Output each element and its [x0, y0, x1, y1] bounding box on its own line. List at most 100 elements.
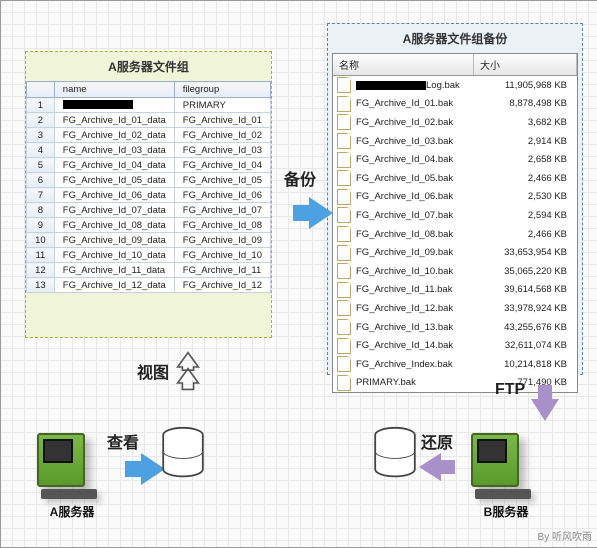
col-name: name	[54, 82, 174, 98]
table-row: 13FG_Archive_Id_12_dataFG_Archive_Id_12	[27, 278, 271, 293]
list-item: FG_Archive_Id_08.bak2,466 KB	[333, 225, 577, 244]
list-item: FG_Archive_Id_03.bak2,914 KB	[333, 132, 577, 151]
file-size: 33,653,954 KB	[477, 247, 573, 258]
list-item: FG_Archive_Id_14.bak32,611,074 KB	[333, 336, 577, 355]
file-name: FG_Archive_Id_06.bak	[356, 191, 477, 202]
list-item: FG_Archive_Id_05.bak2,466 KB	[333, 169, 577, 188]
file-size: 2,466 KB	[477, 173, 573, 184]
cell-filegroup: FG_Archive_Id_02	[174, 128, 270, 143]
cell-filegroup: FG_Archive_Id_10	[174, 248, 270, 263]
file-icon	[337, 189, 351, 205]
table-row: 6FG_Archive_Id_05_dataFG_Archive_Id_05	[27, 173, 271, 188]
file-size: 10,214,818 KB	[477, 359, 573, 370]
row-number: 1	[27, 98, 55, 113]
row-number: 7	[27, 188, 55, 203]
row-number: 13	[27, 278, 55, 293]
file-icon	[337, 263, 351, 279]
row-number: 10	[27, 233, 55, 248]
cell-filegroup: FG_Archive_Id_09	[174, 233, 270, 248]
arrow-ftp-down	[531, 399, 559, 421]
file-name: PRIMARY.bak	[356, 377, 477, 388]
file-icon	[337, 338, 351, 354]
file-name: FG_Archive_Id_03.bak	[356, 136, 477, 147]
cell-name: FG_Archive_Id_01_data	[54, 113, 174, 128]
label-look: 查看	[107, 429, 139, 453]
cell-filegroup: FG_Archive_Id_07	[174, 203, 270, 218]
row-number: 5	[27, 158, 55, 173]
file-icon	[337, 207, 351, 223]
cell-name: FG_Archive_Id_07_data	[54, 203, 174, 218]
table-row: 9FG_Archive_Id_08_dataFG_Archive_Id_08	[27, 218, 271, 233]
server-a-label: A服务器	[37, 503, 107, 520]
arrow-restore-left	[419, 453, 441, 481]
db-cylinder-a	[159, 426, 207, 480]
file-name: FG_Archive_Id_10.bak	[356, 266, 477, 277]
cell-name: FG_Archive_Id_05_data	[54, 173, 174, 188]
list-item: FG_Archive_Id_11.bak39,614,568 KB	[333, 281, 577, 300]
file-name: FG_Archive_Index.bak	[356, 359, 477, 370]
db-cylinder-b	[371, 426, 419, 480]
list-item: FG_Archive_Id_04.bak2,658 KB	[333, 150, 577, 169]
file-size: 2,914 KB	[477, 136, 573, 147]
file-size: 33,978,924 KB	[477, 303, 573, 314]
redacted-text	[356, 81, 426, 90]
table-row: 3FG_Archive_Id_02_dataFG_Archive_Id_02	[27, 128, 271, 143]
cell-filegroup: FG_Archive_Id_08	[174, 218, 270, 233]
arrow-view-up	[173, 351, 203, 391]
panel-b-title: A服务器文件组备份	[328, 24, 582, 53]
list-item: FG_Archive_Id_02.bak3,682 KB	[333, 113, 577, 132]
file-icon	[337, 133, 351, 149]
file-icon	[337, 356, 351, 372]
cell-name: FG_Archive_Id_06_data	[54, 188, 174, 203]
server-b-label: B服务器	[471, 503, 541, 520]
cell-name: FG_Archive_Id_08_data	[54, 218, 174, 233]
list-item: FG_Archive_Index.bak10,214,818 KB	[333, 355, 577, 374]
file-name: FG_Archive_Id_07.bak	[356, 210, 477, 221]
file-name: FG_Archive_Id_08.bak	[356, 229, 477, 240]
row-number: 12	[27, 263, 55, 278]
redacted-text	[63, 100, 133, 109]
cell-name	[54, 98, 174, 113]
row-number: 11	[27, 248, 55, 263]
file-icon	[337, 282, 351, 298]
file-size: 39,614,568 KB	[477, 284, 573, 295]
file-name: FG_Archive_Id_09.bak	[356, 247, 477, 258]
panel-a-filegroups: A服务器文件组 name filegroup 1PRIMARY2FG_Archi…	[25, 51, 272, 338]
table-row: 7FG_Archive_Id_06_dataFG_Archive_Id_06	[27, 188, 271, 203]
arrow-backup-right	[309, 197, 333, 229]
server-b: B服务器	[471, 433, 541, 520]
file-size: 2,658 KB	[477, 154, 573, 165]
row-number: 3	[27, 128, 55, 143]
file-name: FG_Archive_Id_12.bak	[356, 303, 477, 314]
cell-filegroup: FG_Archive_Id_05	[174, 173, 270, 188]
table-row: 8FG_Archive_Id_07_dataFG_Archive_Id_07	[27, 203, 271, 218]
list-item: Log.bak11,905,968 KB	[333, 76, 577, 95]
cell-filegroup: FG_Archive_Id_06	[174, 188, 270, 203]
list-item: FG_Archive_Id_10.bak35,065,220 KB	[333, 262, 577, 281]
file-icon	[337, 114, 351, 130]
file-icon	[337, 152, 351, 168]
table-row: 11FG_Archive_Id_10_dataFG_Archive_Id_10	[27, 248, 271, 263]
cell-filegroup: FG_Archive_Id_04	[174, 158, 270, 173]
file-size: 8,878,498 KB	[477, 98, 573, 109]
cell-name: FG_Archive_Id_03_data	[54, 143, 174, 158]
file-icon	[337, 300, 351, 316]
file-name: FG_Archive_Id_01.bak	[356, 98, 477, 109]
label-ftp: FTP	[495, 381, 525, 399]
row-number: 8	[27, 203, 55, 218]
cell-name: FG_Archive_Id_10_data	[54, 248, 174, 263]
col-filegroup: filegroup	[174, 82, 270, 98]
file-size: 2,466 KB	[477, 229, 573, 240]
file-name: FG_Archive_Id_11.bak	[356, 284, 477, 295]
cell-filegroup: FG_Archive_Id_03	[174, 143, 270, 158]
backup-file-list: 名称 大小 Log.bak11,905,968 KBFG_Archive_Id_…	[332, 53, 578, 393]
label-view: 视图	[137, 359, 169, 383]
table-row: 2FG_Archive_Id_01_dataFG_Archive_Id_01	[27, 113, 271, 128]
list-item: FG_Archive_Id_01.bak8,878,498 KB	[333, 95, 577, 114]
file-icon	[337, 96, 351, 112]
file-size: 2,594 KB	[477, 210, 573, 221]
list-item: FG_Archive_Id_09.bak33,653,954 KB	[333, 243, 577, 262]
file-size: 43,255,676 KB	[477, 322, 573, 333]
file-name: FG_Archive_Id_13.bak	[356, 322, 477, 333]
table-row: 10FG_Archive_Id_09_dataFG_Archive_Id_09	[27, 233, 271, 248]
